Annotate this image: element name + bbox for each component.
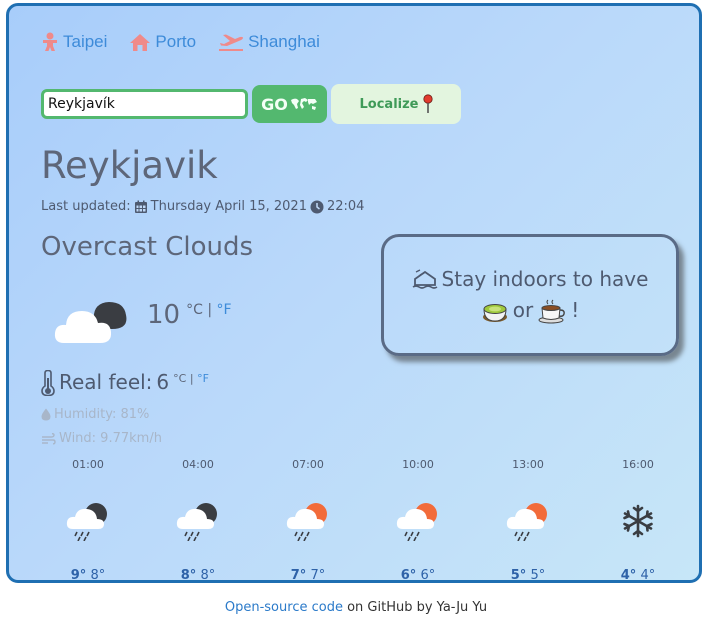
forecast-temps: 4° 4° <box>621 568 655 583</box>
forecast-time: 10:00 <box>402 458 434 471</box>
city-label: Porto <box>155 32 197 51</box>
wind-row: Wind: 9.77km/h <box>41 431 162 446</box>
forecast-low: 4° <box>640 568 656 583</box>
forecast-temps: 8° 8° <box>181 568 215 583</box>
footer: Open-source code on GitHub by Ya-Ju Yu <box>0 600 712 615</box>
forecast-slot: 01:00 9° 8° <box>33 458 143 583</box>
advice-or: or <box>512 298 534 322</box>
forecast-high: 6° <box>400 568 417 583</box>
real-feel-unit-toggle: °C | °F <box>173 372 209 385</box>
forecast-slot: 04:00 8° 8° <box>143 458 253 583</box>
city-link-taipei[interactable]: Taipei <box>41 32 107 52</box>
night-rain-icon <box>176 503 217 541</box>
forecast-slot: 07:00 7° 7° <box>253 458 363 583</box>
forecast-time: 04:00 <box>182 458 214 471</box>
forecast-high: 7° <box>290 568 307 583</box>
source-code-link[interactable]: Open-source code <box>225 600 343 615</box>
last-updated: Last updated: Thursday April 15, 2021 22… <box>41 199 364 214</box>
advice-end: ! <box>571 298 580 322</box>
day-rain-icon <box>396 503 437 541</box>
house-flood-icon <box>412 268 437 289</box>
forecast-slot: 13:00 5° 5° <box>473 458 583 583</box>
pushpin-icon <box>422 94 433 113</box>
real-feel-label: Real feel: <box>59 370 153 394</box>
coffee-icon <box>538 299 566 323</box>
updated-date: Thursday April 15, 2021 <box>150 199 307 214</box>
forecast-slot: 10:00 6° 6° <box>363 458 473 583</box>
unit-separator: | <box>207 302 213 318</box>
current-temperature: 10 °C | °F <box>147 300 232 330</box>
forecast-low: 8° <box>200 568 216 583</box>
forecast-temps: 7° 7° <box>291 568 325 583</box>
droplet-icon <box>41 408 51 421</box>
advice-text: Stay indoors to have <box>441 267 649 291</box>
city-search-input[interactable] <box>41 89 248 119</box>
hourly-forecast: 01:00 9° 8° 04:00 8° 8° 07:00 7° 7° 10:0… <box>33 458 693 583</box>
forecast-high: 5° <box>510 568 527 583</box>
celsius-link[interactable]: °C <box>173 372 186 385</box>
advice-box: Stay indoors to have or ! <box>381 234 679 356</box>
forecast-temps: 6° 6° <box>401 568 435 583</box>
unit-separator: | <box>189 372 194 385</box>
forecast-time: 16:00 <box>622 458 654 471</box>
forecast-time: 01:00 <box>72 458 104 471</box>
matcha-tea-icon <box>482 303 507 322</box>
day-rain-icon <box>286 503 327 541</box>
forecast-low: 5° <box>530 568 546 583</box>
unit-toggle: °C | °F <box>186 302 231 318</box>
temperature-value: 10 <box>147 300 181 330</box>
airplane-icon <box>219 34 244 51</box>
city-label: Shanghai <box>248 32 320 51</box>
forecast-high: 4° <box>620 568 637 583</box>
calendar-icon <box>134 200 147 213</box>
thermometer-icon <box>41 370 55 396</box>
world-map-icon <box>290 98 317 110</box>
forecast-temps: 9° 8° <box>71 568 105 583</box>
celsius-link[interactable]: °C <box>186 302 203 318</box>
footer-text: on GitHub by Ya-Ju Yu <box>342 600 488 615</box>
weather-description: Overcast Clouds <box>41 232 254 262</box>
person-icon <box>43 32 57 51</box>
day-rain-icon <box>506 503 547 541</box>
wind-icon <box>42 432 56 445</box>
snowflake-icon <box>623 504 653 538</box>
real-feel: Real feel: 6 °C | °F <box>41 370 209 396</box>
fahrenheit-link[interactable]: °F <box>217 302 232 318</box>
go-button[interactable]: GO <box>252 85 327 123</box>
fahrenheit-link[interactable]: °F <box>197 372 209 385</box>
humidity-row: Humidity: 81% <box>41 407 149 422</box>
cloudy-night-icon <box>54 302 127 343</box>
updated-label: Last updated: <box>41 199 131 214</box>
forecast-time: 13:00 <box>512 458 544 471</box>
home-icon <box>130 33 151 51</box>
weather-card: Taipei Porto Shanghai GO <box>6 3 702 583</box>
real-feel-value: 6 <box>156 370 170 394</box>
forecast-high: 8° <box>180 568 197 583</box>
forecast-low: 6° <box>420 568 436 583</box>
quick-city-links: Taipei Porto Shanghai <box>41 32 320 52</box>
localize-button[interactable]: Localize <box>331 84 461 124</box>
city-link-shanghai[interactable]: Shanghai <box>218 32 320 52</box>
forecast-temps: 5° 5° <box>511 568 545 583</box>
forecast-low: 7° <box>310 568 326 583</box>
forecast-time: 07:00 <box>292 458 324 471</box>
updated-time: 22:04 <box>326 199 365 214</box>
wind-text: Wind: 9.77km/h <box>59 431 162 446</box>
clock-icon <box>310 200 324 213</box>
city-title: Reykjavik <box>41 144 218 187</box>
humidity-text: Humidity: 81% <box>54 407 150 422</box>
city-label: Taipei <box>63 32 108 51</box>
night-rain-icon <box>66 503 107 541</box>
city-link-porto[interactable]: Porto <box>129 32 196 52</box>
forecast-high: 9° <box>70 568 87 583</box>
forecast-slot: 16:00 4° 4° <box>583 458 693 583</box>
search-bar: GO Localize <box>41 84 461 124</box>
go-label: GO <box>261 94 288 114</box>
forecast-low: 8° <box>90 568 106 583</box>
localize-label: Localize <box>359 96 419 112</box>
